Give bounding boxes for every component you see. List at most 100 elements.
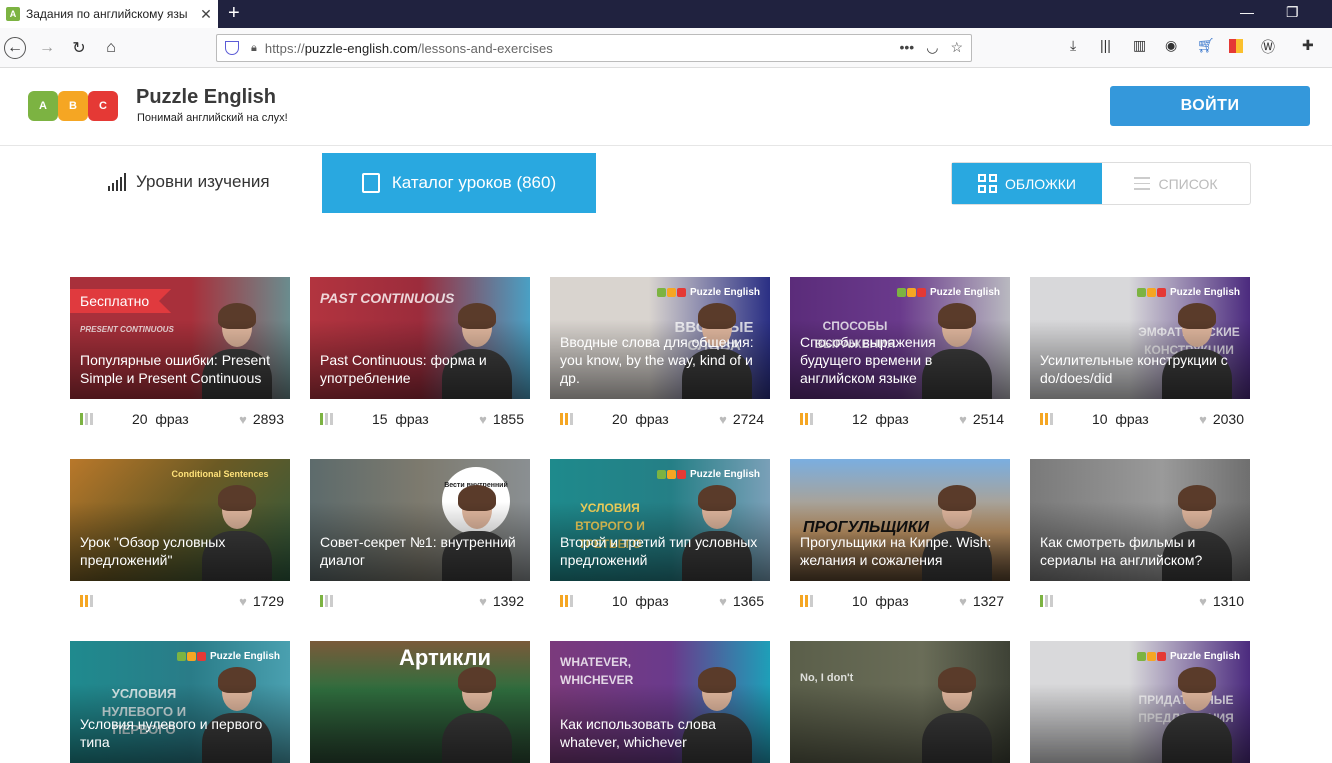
view-list-button[interactable]: СПИСОК <box>1102 163 1250 204</box>
heart-icon: ♥ <box>719 411 727 427</box>
likes-count: 1392 <box>492 593 524 609</box>
lesson-card[interactable]: Вести внутренний диалогСовет-секрет №1: … <box>310 459 530 621</box>
download-icon[interactable]: ⤓ <box>1070 37 1076 54</box>
lesson-title[interactable]: Совет-секрет №1: внутренний диалог <box>320 533 520 569</box>
difficulty-level-icon <box>320 595 333 607</box>
lesson-card[interactable]: No, I don't <box>790 641 1010 763</box>
extensions-menu-icon[interactable]: ✚ <box>1302 37 1314 54</box>
lesson-thumbnail[interactable]: ВВОДНЫЕ СЛОВАPuzzle EnglishВводные слова… <box>550 277 770 399</box>
free-badge: Бесплатно <box>70 289 172 313</box>
levels-tab[interactable]: Уровни изучения <box>108 172 270 192</box>
logo-piece-c: C <box>88 91 118 121</box>
lesson-title[interactable]: Вводные слова для общения: you know, by … <box>560 333 760 387</box>
lesson-thumbnail[interactable]: PAST CONTINUOUSPast Continuous: форма и … <box>310 277 530 399</box>
puzzle-logo[interactable]: A B C <box>28 87 124 125</box>
brand-name[interactable]: Puzzle English <box>136 86 276 109</box>
browser-tab[interactable]: A Задания по английскому язы ✕ <box>0 0 218 28</box>
back-icon[interactable]: ← <box>4 37 26 59</box>
lesson-title[interactable]: Второй и третий тип условных предложений <box>560 533 760 569</box>
sidebar-icon[interactable]: ▥ <box>1133 37 1146 54</box>
heart-icon: ♥ <box>479 593 487 609</box>
lesson-thumbnail[interactable]: Как смотреть фильмы и сериалы на английс… <box>1030 459 1250 581</box>
lesson-thumbnail[interactable]: ПРОГУЛЬЩИКИПрогульщики на Кипре. Wish: ж… <box>790 459 1010 581</box>
lesson-thumbnail[interactable]: Артикли <box>310 641 530 763</box>
view-list-label: СПИСОК <box>1158 175 1218 192</box>
lesson-thumbnail[interactable]: WHATEVER, WHICHEVERКак использовать слов… <box>550 641 770 763</box>
lesson-card[interactable]: PAST CONTINUOUSPast Continuous: форма и … <box>310 277 530 439</box>
lesson-card[interactable]: Conditional SentencesУрок "Обзор условны… <box>70 459 290 621</box>
lesson-thumbnail[interactable]: PRESENT CONTINUOUSБесплатноПопулярные ош… <box>70 277 290 399</box>
minimize-icon[interactable]: — <box>1240 4 1254 20</box>
lesson-title[interactable]: Как использовать слова whatever, whichev… <box>560 715 760 751</box>
likes[interactable]: ♥ 1327 <box>959 593 1004 609</box>
lock-icon[interactable]: 🔒︎ <box>251 42 257 55</box>
home-icon[interactable]: ⌂ <box>100 37 122 59</box>
wikipedia-extension-icon[interactable]: Ⓦ <box>1261 37 1275 57</box>
lesson-thumbnail[interactable]: ПРИДАТОЧНЫЕ ПРЕДЛОЖЕНИЯPuzzle English <box>1030 641 1250 763</box>
lesson-card[interactable]: ЭМФАТИЧЕСКИЕ КОНСТРУКЦИИPuzzle EnglishУс… <box>1030 277 1250 439</box>
lesson-card[interactable]: WHATEVER, WHICHEVERКак использовать слов… <box>550 641 770 763</box>
lesson-title[interactable]: Прогульщики на Кипре. Wish: желания и со… <box>800 533 1000 569</box>
lesson-thumbnail[interactable]: Вести внутренний диалогСовет-секрет №1: … <box>310 459 530 581</box>
lesson-title[interactable]: Условия нулевого и первого типа <box>80 715 280 751</box>
lesson-card[interactable]: УСЛОВИЯ ВТОРОГО И ТРЕТЬЕГОPuzzle English… <box>550 459 770 621</box>
likes[interactable]: ♥ 2724 <box>719 411 764 427</box>
lesson-meta: 10 фраз ♥ 2030 <box>1030 399 1250 439</box>
cart-extension-icon[interactable]: 🛒︎ <box>1197 37 1215 54</box>
new-tab-button[interactable]: + <box>228 2 240 24</box>
difficulty-level-icon <box>80 413 93 425</box>
lesson-card[interactable]: ПРИДАТОЧНЫЕ ПРЕДЛОЖЕНИЯPuzzle English <box>1030 641 1250 763</box>
likes[interactable]: ♥ 2893 <box>239 411 284 427</box>
likes-count: 2893 <box>252 411 284 427</box>
library-icon[interactable]: ||| <box>1100 37 1111 53</box>
extension-icon[interactable] <box>1229 39 1243 53</box>
likes[interactable]: ♥ 1310 <box>1199 593 1244 609</box>
view-covers-button[interactable]: ОБЛОЖКИ <box>952 163 1102 204</box>
reload-icon[interactable]: ↻ <box>68 37 90 59</box>
lesson-card[interactable]: ВВОДНЫЕ СЛОВАPuzzle EnglishВводные слова… <box>550 277 770 439</box>
lesson-thumbnail[interactable]: СПОСОБЫ ВЫРАЖЕНИЯPuzzle EnglishСпособы в… <box>790 277 1010 399</box>
account-icon[interactable]: ◉ <box>1165 37 1177 54</box>
pocket-icon[interactable]: ◡ <box>926 39 938 56</box>
lesson-card[interactable]: ПРОГУЛЬЩИКИПрогульщики на Кипре. Wish: ж… <box>790 459 1010 621</box>
lesson-title[interactable]: Усилительные конструкции с do/does/did <box>1040 351 1240 387</box>
lesson-title[interactable]: Past Continuous: форма и употребление <box>320 351 520 387</box>
lesson-card[interactable]: СПОСОБЫ ВЫРАЖЕНИЯPuzzle EnglishСпособы в… <box>790 277 1010 439</box>
page-actions-icon[interactable]: ••• <box>900 39 915 56</box>
lesson-card[interactable]: УСЛОВИЯ НУЛЕВОГО И ПЕРВОГОPuzzle English… <box>70 641 290 763</box>
lesson-title[interactable]: Урок "Обзор условных предложений" <box>80 533 280 569</box>
likes[interactable]: ♥ 2514 <box>959 411 1004 427</box>
heart-icon: ♥ <box>1199 593 1207 609</box>
likes[interactable]: ♥ 1365 <box>719 593 764 609</box>
lesson-title[interactable]: Способы выражения будущего времени в анг… <box>800 333 1000 387</box>
lesson-thumbnail[interactable]: УСЛОВИЯ ВТОРОГО И ТРЕТЬЕГОPuzzle English… <box>550 459 770 581</box>
login-button[interactable]: ВОЙТИ <box>1110 86 1310 126</box>
tracking-shield-icon[interactable] <box>225 41 239 55</box>
forward-icon[interactable]: → <box>36 37 58 59</box>
bookmark-star-icon[interactable]: ☆ <box>950 39 963 56</box>
lesson-card[interactable]: PRESENT CONTINUOUSБесплатноПопулярные ош… <box>70 277 290 439</box>
lesson-thumbnail[interactable]: ЭМФАТИЧЕСКИЕ КОНСТРУКЦИИPuzzle EnglishУс… <box>1030 277 1250 399</box>
lesson-title[interactable]: Как смотреть фильмы и сериалы на английс… <box>1040 533 1240 569</box>
catalog-icon <box>361 173 380 193</box>
grid-icon <box>978 174 997 193</box>
likes-count: 2514 <box>972 411 1004 427</box>
likes[interactable]: ♥ 2030 <box>1199 411 1244 427</box>
lesson-thumbnail[interactable]: No, I don't <box>790 641 1010 763</box>
likes-count: 1855 <box>492 411 524 427</box>
lesson-thumbnail[interactable]: Conditional SentencesУрок "Обзор условны… <box>70 459 290 581</box>
logo-piece-a: A <box>28 91 58 121</box>
likes[interactable]: ♥ 1729 <box>239 593 284 609</box>
tab-title: Задания по английскому язы <box>26 7 188 21</box>
lesson-card[interactable]: Как смотреть фильмы и сериалы на английс… <box>1030 459 1250 621</box>
restore-icon[interactable]: ❐ <box>1286 4 1299 21</box>
close-tab-icon[interactable]: ✕ <box>198 6 214 23</box>
lesson-thumbnail[interactable]: УСЛОВИЯ НУЛЕВОГО И ПЕРВОГОPuzzle English… <box>70 641 290 763</box>
lesson-card[interactable]: Артикли <box>310 641 530 763</box>
lesson-title[interactable]: Популярные ошибки: Present Simple и Pres… <box>80 351 280 387</box>
phrase-count: 12 фраз <box>852 411 909 427</box>
likes[interactable]: ♥ 1855 <box>479 411 524 427</box>
url-bar[interactable]: 🔒︎ https://puzzle-english.com/lessons-an… <box>216 34 972 62</box>
catalog-tab[interactable]: Каталог уроков (860) <box>322 153 596 213</box>
likes[interactable]: ♥ 1392 <box>479 593 524 609</box>
